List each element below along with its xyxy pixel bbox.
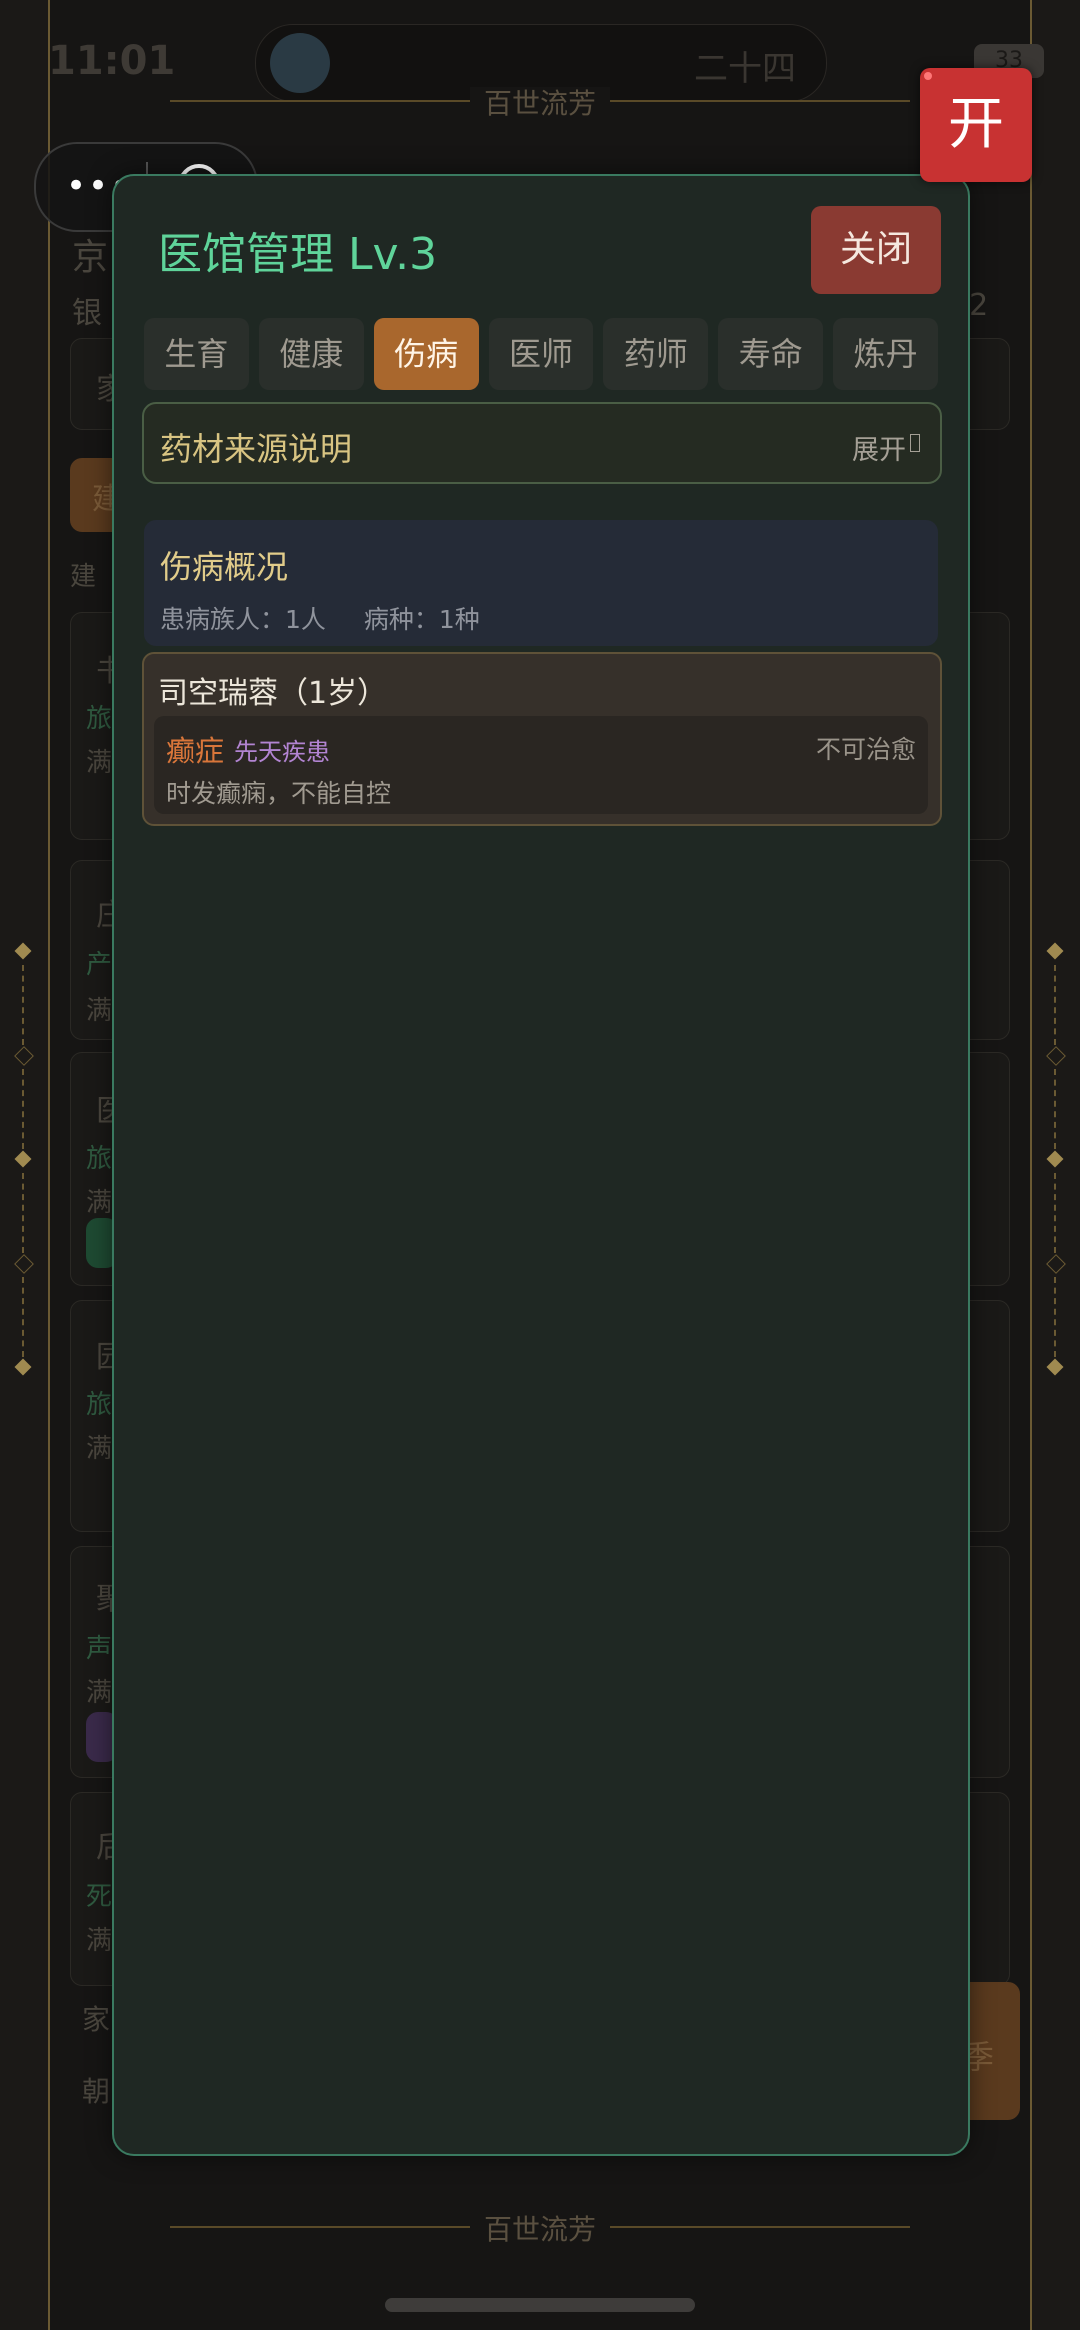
disease-kind-count: 病种：1种 (363, 605, 480, 634)
dashed-line (22, 1173, 26, 1253)
frame-right-line (1030, 0, 1032, 2330)
overview-title: 伤病概况 (160, 548, 289, 586)
disease-status: 不可治愈 (815, 735, 916, 764)
herb-source-panel[interactable]: 药材来源说明 展开 (142, 402, 942, 484)
tab-injury[interactable]: 伤病 (373, 318, 479, 390)
tab-bar: 生育 健康 伤病 医师 药师 寿命 炼丹 (144, 318, 939, 390)
close-button[interactable]: 关闭 (811, 206, 941, 294)
dashed-line (22, 965, 26, 1045)
left-side-decoration (14, 942, 34, 1385)
diamond-icon (14, 1254, 34, 1274)
bg-fragment: 建 (70, 562, 97, 592)
expand-toggle[interactable]: 展开 (852, 428, 906, 467)
expand-caret-icon (910, 434, 920, 452)
bg-fragment: 满 (86, 1188, 113, 1218)
bg-fragment: 满 (86, 1678, 113, 1708)
tab-birth[interactable]: 生育 (144, 318, 249, 390)
bottom-banner: 百世流芳 (0, 2208, 1080, 2248)
bottom-banner-text: 百世流芳 (469, 2213, 610, 2246)
bg-fragment: 家 (82, 2003, 111, 2036)
tab-lifespan[interactable]: 寿命 (718, 318, 824, 390)
tab-health[interactable]: 健康 (258, 318, 364, 390)
hospital-management-modal: 医馆管理 Lv.3 关闭 生育 健康 伤病 医师 药师 寿命 炼丹 药材来源说明… (112, 174, 970, 2156)
diamond-icon (14, 1046, 34, 1066)
herb-source-title: 药材来源说明 (160, 430, 353, 468)
patient-count: 患病族人：1人 (160, 605, 326, 634)
injury-overview: 伤病概况 患病族人：1人 病种：1种 (144, 520, 938, 646)
patient-name: 司空瑞蓉（1岁） (158, 676, 388, 711)
bg-fragment: 京 (72, 237, 109, 278)
diamond-icon (14, 942, 32, 960)
diamond-icon (1046, 1358, 1064, 1376)
open-button[interactable]: 开 (920, 68, 1032, 182)
diamond-icon (14, 1358, 32, 1376)
home-indicator[interactable] (385, 2298, 695, 2312)
modal-title: 医馆管理 Lv.3 (158, 229, 438, 280)
disease-tag: 先天疾患 (234, 738, 330, 766)
bg-fragment: 满 (86, 748, 113, 778)
bg-fragment: 旅 (86, 1390, 113, 1420)
diamond-icon (1046, 1254, 1066, 1274)
bg-fragment: 产 (86, 950, 113, 980)
bg-fragment: 死 (86, 1882, 113, 1912)
overview-stats: 患病族人：1人 病种：1种 (160, 600, 510, 636)
tab-physician[interactable]: 医师 (488, 318, 594, 390)
right-side-decoration (1046, 942, 1066, 1385)
dashed-line (1054, 1173, 1058, 1253)
patient-card[interactable]: 司空瑞蓉（1岁） 癫症 先天疾患 不可治愈 时发癫痫，不能自控 (142, 652, 942, 826)
dashed-line (1054, 1277, 1058, 1357)
bg-fragment: 满 (86, 1926, 113, 1956)
disease-entry: 癫症 先天疾患 不可治愈 时发癫痫，不能自控 (154, 716, 928, 814)
dashed-line (1054, 1069, 1058, 1149)
bg-fragment: 朝 (82, 2075, 111, 2108)
frame-left-line (48, 0, 50, 2330)
disease-description: 时发癫痫，不能自控 (166, 779, 392, 808)
top-banner-text: 百世流芳 (469, 87, 610, 120)
diamond-icon (1046, 1046, 1066, 1066)
diamond-icon (14, 1150, 32, 1168)
disease-name: 癫症 (166, 734, 225, 768)
bg-fragment: 旅 (86, 1144, 113, 1174)
tab-pharmacist[interactable]: 药师 (603, 318, 709, 390)
dashed-line (22, 1069, 26, 1149)
bg-fragment: 声 (86, 1634, 113, 1664)
diamond-icon (1046, 942, 1064, 960)
status-time: 11:01 (48, 38, 176, 84)
bg-fragment: 旅 (86, 704, 113, 734)
dashed-line (22, 1277, 26, 1357)
top-banner: 百世流芳 (0, 82, 1080, 122)
bg-fragment: 银 (72, 296, 102, 331)
bg-fragment: 满 (86, 996, 113, 1026)
dashed-line (1054, 965, 1058, 1045)
diamond-icon (1046, 1150, 1064, 1168)
tab-alchemy[interactable]: 炼丹 (833, 318, 939, 390)
bg-fragment: 满 (86, 1434, 113, 1464)
